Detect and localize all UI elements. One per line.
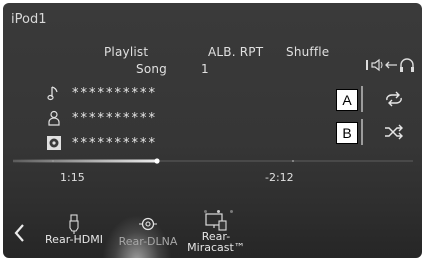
playlist-mode-label: Playlist (104, 45, 149, 59)
speaker-to-headphone-icon (366, 58, 414, 72)
shuffle-mode-label: Shuffle (286, 45, 330, 59)
progress-bar[interactable] (13, 153, 413, 169)
music-note-icon (45, 84, 63, 102)
usb-icon (69, 214, 79, 234)
song-mode-label: Song (136, 62, 167, 76)
miracast-icon (205, 213, 227, 231)
source-rear-hdmi[interactable]: Rear-HDMI (39, 214, 109, 245)
remaining-time: -2:12 (265, 171, 294, 184)
source-label-line-2: Miracast™ (187, 241, 245, 254)
source-label: Rear-HDMI (45, 233, 103, 246)
dlna-icon (139, 217, 157, 231)
callout-b-label: B (336, 122, 358, 144)
repeat-icon (386, 91, 402, 107)
source-rear-miracast[interactable]: Rear- Miracast™ (181, 213, 251, 253)
artist-row: ********** (45, 109, 157, 127)
album-name: ********** (72, 135, 157, 151)
audio-output-button[interactable] (365, 55, 417, 75)
shuffle-button[interactable] (361, 119, 421, 145)
artist-person-icon (45, 109, 63, 127)
shuffle-icon (385, 124, 403, 140)
song-row: ********** (45, 84, 157, 102)
media-screen: iPod1 Playlist ALB. RPT Shuffle Song 1 *… (3, 3, 422, 258)
callout-a-label: A (336, 89, 358, 111)
artist-name: ********** (72, 110, 157, 126)
album-disc-icon (45, 134, 63, 152)
back-button[interactable] (11, 220, 29, 246)
progress-track (13, 158, 413, 164)
chevron-left-icon (14, 224, 24, 242)
one-mode-label: 1 (201, 62, 209, 76)
elapsed-time: 1:15 (60, 171, 85, 184)
source-label: Rear-DLNA (118, 235, 178, 248)
source-rear-dlna[interactable]: Rear-DLNA (113, 216, 183, 247)
repeat-button[interactable] (361, 86, 421, 112)
song-name: ********** (72, 85, 157, 101)
album-row: ********** (45, 134, 157, 152)
album-repeat-mode-label: ALB. RPT (208, 45, 264, 59)
source-title: iPod1 (11, 12, 47, 27)
